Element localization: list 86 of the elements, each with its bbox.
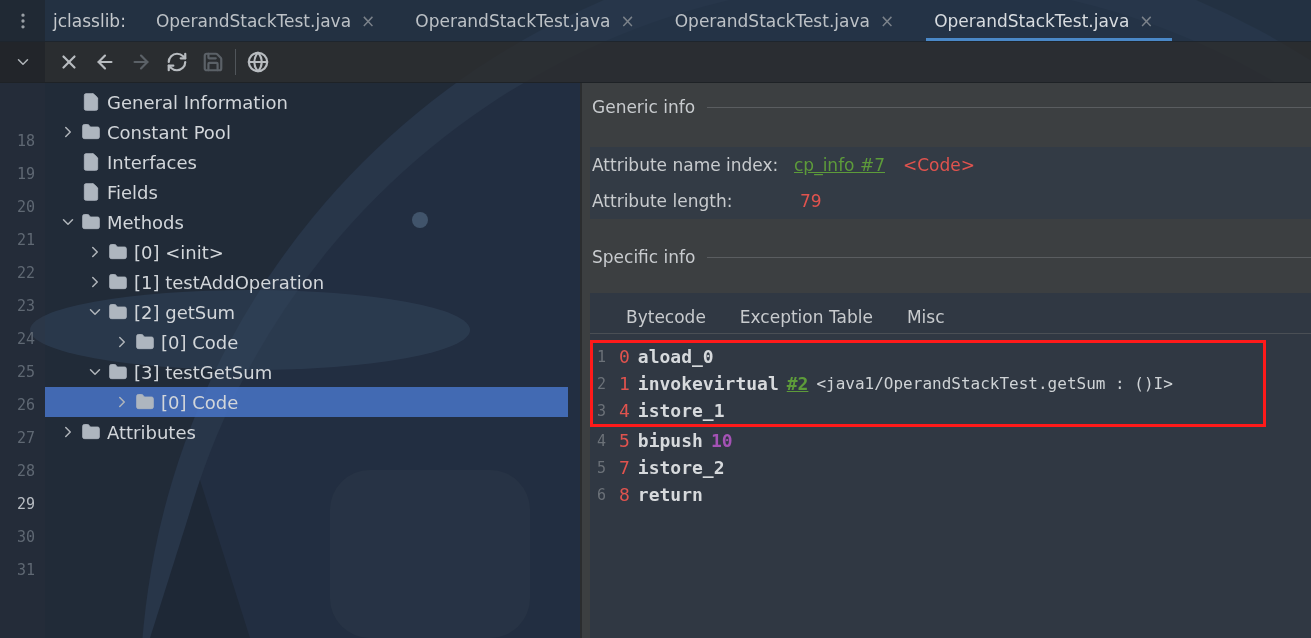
file-icon xyxy=(81,152,101,172)
operand-comment: <java1/OperandStackTest.getSum : ()I> xyxy=(816,374,1173,393)
folder-icon xyxy=(108,302,128,322)
folder-icon xyxy=(108,362,128,382)
tree-item[interactable]: [0] <init> xyxy=(45,237,568,267)
tree-item[interactable]: [1] testAddOperation xyxy=(45,267,568,297)
bytecode-offset: 8 xyxy=(619,484,630,505)
folder-icon xyxy=(135,392,155,412)
opcode: bipush xyxy=(637,430,703,451)
folder-icon xyxy=(81,122,101,142)
tree-item-label: Methods xyxy=(107,211,184,233)
tree-item[interactable]: Interfaces xyxy=(45,147,568,177)
editor-line-number: 27 xyxy=(16,428,35,449)
section-title: Specific info xyxy=(592,247,696,267)
bytecode-offset: 7 xyxy=(619,457,630,478)
editor-line-number: 22 xyxy=(16,263,35,284)
operand: 10 xyxy=(710,430,733,451)
editor-line-number: 20 xyxy=(16,197,35,218)
bytecode-offset: 0 xyxy=(619,346,630,367)
editor-tab[interactable]: OperandStackTest.java × xyxy=(407,0,653,41)
folder-icon xyxy=(81,422,101,442)
folder-icon xyxy=(108,272,128,292)
line-number: 2 xyxy=(596,374,608,393)
editor-line-number: 30 xyxy=(16,527,35,548)
editor-line-number: 19 xyxy=(16,164,35,185)
tree-item[interactable]: [0] Code xyxy=(45,327,568,357)
tree-item[interactable]: Constant Pool xyxy=(45,117,568,147)
tool-window-title: jclasslib: xyxy=(51,9,127,33)
line-number: 5 xyxy=(596,458,608,477)
field-value: <Code> xyxy=(903,155,975,175)
field-value: 79 xyxy=(800,191,822,211)
tab[interactable]: Misc xyxy=(890,301,963,333)
tree-item-label: Fields xyxy=(107,181,158,203)
editor-line-number: 23 xyxy=(16,296,35,317)
tree-item-label: Interfaces xyxy=(107,151,197,173)
opcode: aload_0 xyxy=(637,346,714,367)
section-title: Generic info xyxy=(592,97,696,117)
folder-icon xyxy=(81,212,101,232)
field-label: Attribute length: xyxy=(592,191,734,211)
editor-line-number: 21 xyxy=(16,230,35,251)
line-number: 4 xyxy=(596,431,608,450)
line-number: 6 xyxy=(596,485,608,504)
tree-item[interactable]: Fields xyxy=(45,177,568,207)
editor-line-number: 24 xyxy=(16,329,35,350)
editor-line-number: 18 xyxy=(16,131,35,152)
tree-item[interactable]: [2] getSum xyxy=(45,297,568,327)
opcode: return xyxy=(637,484,703,505)
editor-line-number: 29 xyxy=(16,494,35,515)
tree-item-label: Constant Pool xyxy=(107,121,231,143)
tree-item-label: [2] getSum xyxy=(134,301,236,323)
tree-item-label: [0] <init> xyxy=(134,241,224,263)
folder-icon xyxy=(108,242,128,262)
file-icon xyxy=(81,182,101,202)
bytecode-offset: 5 xyxy=(619,430,630,451)
editor-line-number: 26 xyxy=(16,395,35,416)
tree-item-label: General Information xyxy=(107,91,288,113)
editor-tab[interactable]: OperandStackTest.java × xyxy=(666,0,913,41)
opcode: invokevirtual xyxy=(637,373,779,394)
tree-item-label: [3] testGetSum xyxy=(134,361,273,383)
tree-item[interactable]: [0] Code xyxy=(45,387,568,417)
tree-item-label: Attributes xyxy=(107,421,196,443)
line-number: 1 xyxy=(596,347,608,366)
folder-icon xyxy=(135,332,155,352)
globe-icon[interactable] xyxy=(247,51,269,73)
constant-pool-link[interactable]: #2 xyxy=(786,373,809,394)
editor-line-number: 31 xyxy=(16,560,35,581)
tree-item[interactable]: General Information xyxy=(45,87,568,117)
refresh-icon[interactable] xyxy=(166,51,188,73)
tree-item[interactable]: [3] testGetSum xyxy=(45,357,568,387)
opcode: istore_1 xyxy=(637,400,725,421)
tree-item-label: [0] Code xyxy=(161,331,239,353)
field-label: Attribute name index: xyxy=(592,155,780,175)
opcode: istore_2 xyxy=(637,457,725,478)
line-number: 3 xyxy=(596,401,608,420)
tree-item[interactable]: Methods xyxy=(45,207,568,237)
editor-line-number: 28 xyxy=(16,461,35,482)
tree-item-label: [1] testAddOperation xyxy=(134,271,325,293)
bytecode-offset: 4 xyxy=(619,400,630,421)
file-icon xyxy=(81,92,101,112)
bytecode-offset: 1 xyxy=(619,373,630,394)
tab[interactable]: Exception Table xyxy=(723,301,891,333)
editor-tab[interactable]: OperandStackTest.java × xyxy=(147,0,394,41)
tree-item-label: [0] Code xyxy=(161,391,239,413)
editor-line-number: 25 xyxy=(16,362,35,383)
tab[interactable]: Bytecode xyxy=(610,301,724,333)
tree-item[interactable]: Attributes xyxy=(45,417,568,447)
